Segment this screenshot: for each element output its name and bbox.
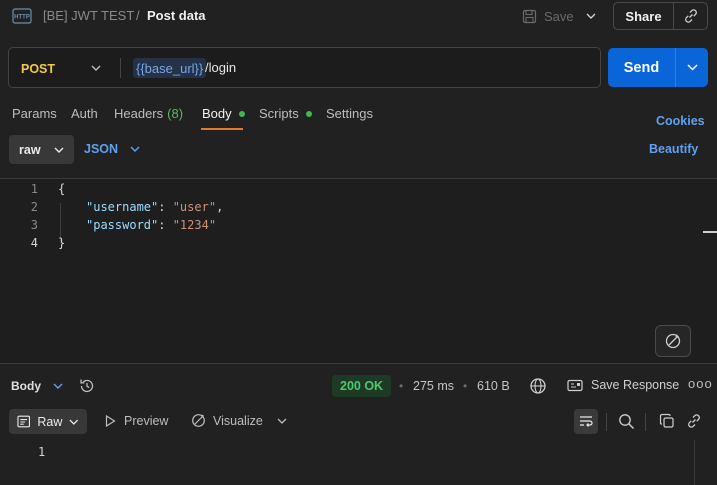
- chevron-down-icon: [91, 65, 101, 71]
- response-format-label: Raw: [37, 414, 63, 429]
- code-line: {: [58, 182, 66, 196]
- chevron-down-icon: [53, 383, 63, 389]
- body-indicator-dot: [238, 110, 245, 117]
- preview-label: Preview: [124, 414, 169, 428]
- line-number: 1: [30, 182, 38, 196]
- send-group: Send: [608, 48, 708, 87]
- code-line: "username": "user",: [86, 200, 224, 214]
- tab-scripts[interactable]: Scripts: [259, 106, 312, 121]
- url-bar: POST {{base_url}} /login: [8, 47, 601, 88]
- response-view-label: Body: [11, 379, 41, 393]
- copy-link-button[interactable]: [674, 3, 707, 29]
- wrap-lines-button[interactable]: [574, 409, 598, 434]
- headers-count: (8): [167, 106, 184, 121]
- tab-body[interactable]: Body: [202, 106, 245, 121]
- beautify-link[interactable]: Beautify: [649, 142, 698, 156]
- editor-scroll-marker[interactable]: [703, 231, 717, 233]
- response-line-number: 1: [38, 445, 46, 459]
- toolbar-divider: [645, 413, 646, 431]
- line-number: 2: [30, 200, 38, 214]
- separator-dot: •: [463, 379, 468, 393]
- response-time[interactable]: 275 ms: [413, 379, 454, 393]
- code-line: "password": "1234": [86, 218, 217, 232]
- visualize-options-button[interactable]: [276, 415, 288, 427]
- toolbar-divider: [606, 413, 607, 431]
- sparkle-icon: [665, 333, 681, 349]
- visualize-button[interactable]: Visualize: [191, 413, 263, 428]
- body-type-label: raw: [19, 142, 41, 157]
- chevron-down-icon: [277, 418, 287, 424]
- visualize-icon: [192, 414, 205, 427]
- active-tab-underline: [201, 128, 243, 130]
- status-badge[interactable]: 200 OK: [332, 375, 392, 397]
- share-button[interactable]: Share: [614, 3, 674, 29]
- save-button[interactable]: Save: [522, 5, 574, 27]
- response-size[interactable]: 610 B: [477, 379, 510, 393]
- request-body-editor[interactable]: 1 2 3 4 { "username": "user", "password"…: [0, 178, 717, 364]
- wrap-lines-icon: [580, 416, 593, 427]
- svg-text:HTTP: HTTP: [14, 15, 30, 21]
- url-divider: [120, 58, 121, 78]
- tab-headers[interactable]: Headers (8): [114, 106, 183, 121]
- chevron-down-icon: [54, 147, 64, 153]
- save-icon: [522, 9, 537, 24]
- body-type-select[interactable]: raw: [9, 135, 74, 164]
- raw-text-icon: [17, 415, 31, 428]
- line-number: 4: [30, 236, 38, 250]
- http-request-icon: HTTP: [12, 8, 32, 24]
- copy-icon[interactable]: [659, 413, 675, 429]
- share-group: Share: [613, 2, 708, 30]
- save-response-label: Save Response: [591, 378, 680, 392]
- method-select[interactable]: POST: [21, 62, 55, 76]
- search-icon[interactable]: [618, 413, 635, 430]
- link-icon: [684, 9, 697, 23]
- send-button[interactable]: Send: [608, 48, 676, 87]
- save-response-button[interactable]: Save Response: [567, 378, 679, 392]
- send-options-button[interactable]: [676, 48, 708, 87]
- history-icon[interactable]: [78, 377, 96, 395]
- visualize-label: Visualize: [213, 413, 263, 428]
- scripts-indicator-dot: [305, 110, 312, 117]
- breadcrumb-separator: /: [136, 8, 140, 23]
- tab-settings[interactable]: Settings: [326, 106, 373, 121]
- separator-dot: •: [399, 379, 404, 393]
- link-icon[interactable]: [686, 413, 702, 429]
- save-options-button[interactable]: [582, 7, 600, 25]
- breadcrumb-collection[interactable]: [BE] JWT TEST: [43, 8, 134, 23]
- response-scrollbar[interactable]: [694, 440, 717, 485]
- line-number: 3: [30, 218, 38, 232]
- chevron-down-icon: [130, 146, 140, 152]
- response-format-select[interactable]: Raw: [9, 409, 87, 434]
- url-variable[interactable]: {{base_url}}: [133, 58, 207, 78]
- request-title[interactable]: Post data: [147, 8, 206, 23]
- body-format-select[interactable]: JSON: [84, 142, 140, 156]
- tab-params[interactable]: Params: [12, 106, 57, 121]
- body-format-label: JSON: [84, 142, 119, 156]
- chevron-down-icon: [686, 64, 698, 71]
- save-response-icon: [567, 379, 583, 391]
- chevron-down-icon: [69, 419, 79, 425]
- chevron-down-icon: [586, 13, 596, 19]
- response-view-select[interactable]: Body: [11, 379, 63, 393]
- globe-icon[interactable]: [529, 377, 547, 395]
- url-input[interactable]: /login: [205, 60, 236, 75]
- save-label: Save: [544, 8, 574, 24]
- cookies-link[interactable]: Cookies: [656, 114, 705, 128]
- play-icon: [105, 415, 116, 427]
- ai-assist-button[interactable]: [655, 325, 691, 357]
- more-options-button[interactable]: ooo: [688, 376, 713, 391]
- tab-auth[interactable]: Auth: [71, 106, 98, 121]
- preview-button[interactable]: Preview: [105, 414, 168, 428]
- code-line: }: [58, 236, 66, 250]
- method-dropdown-button[interactable]: [91, 61, 101, 75]
